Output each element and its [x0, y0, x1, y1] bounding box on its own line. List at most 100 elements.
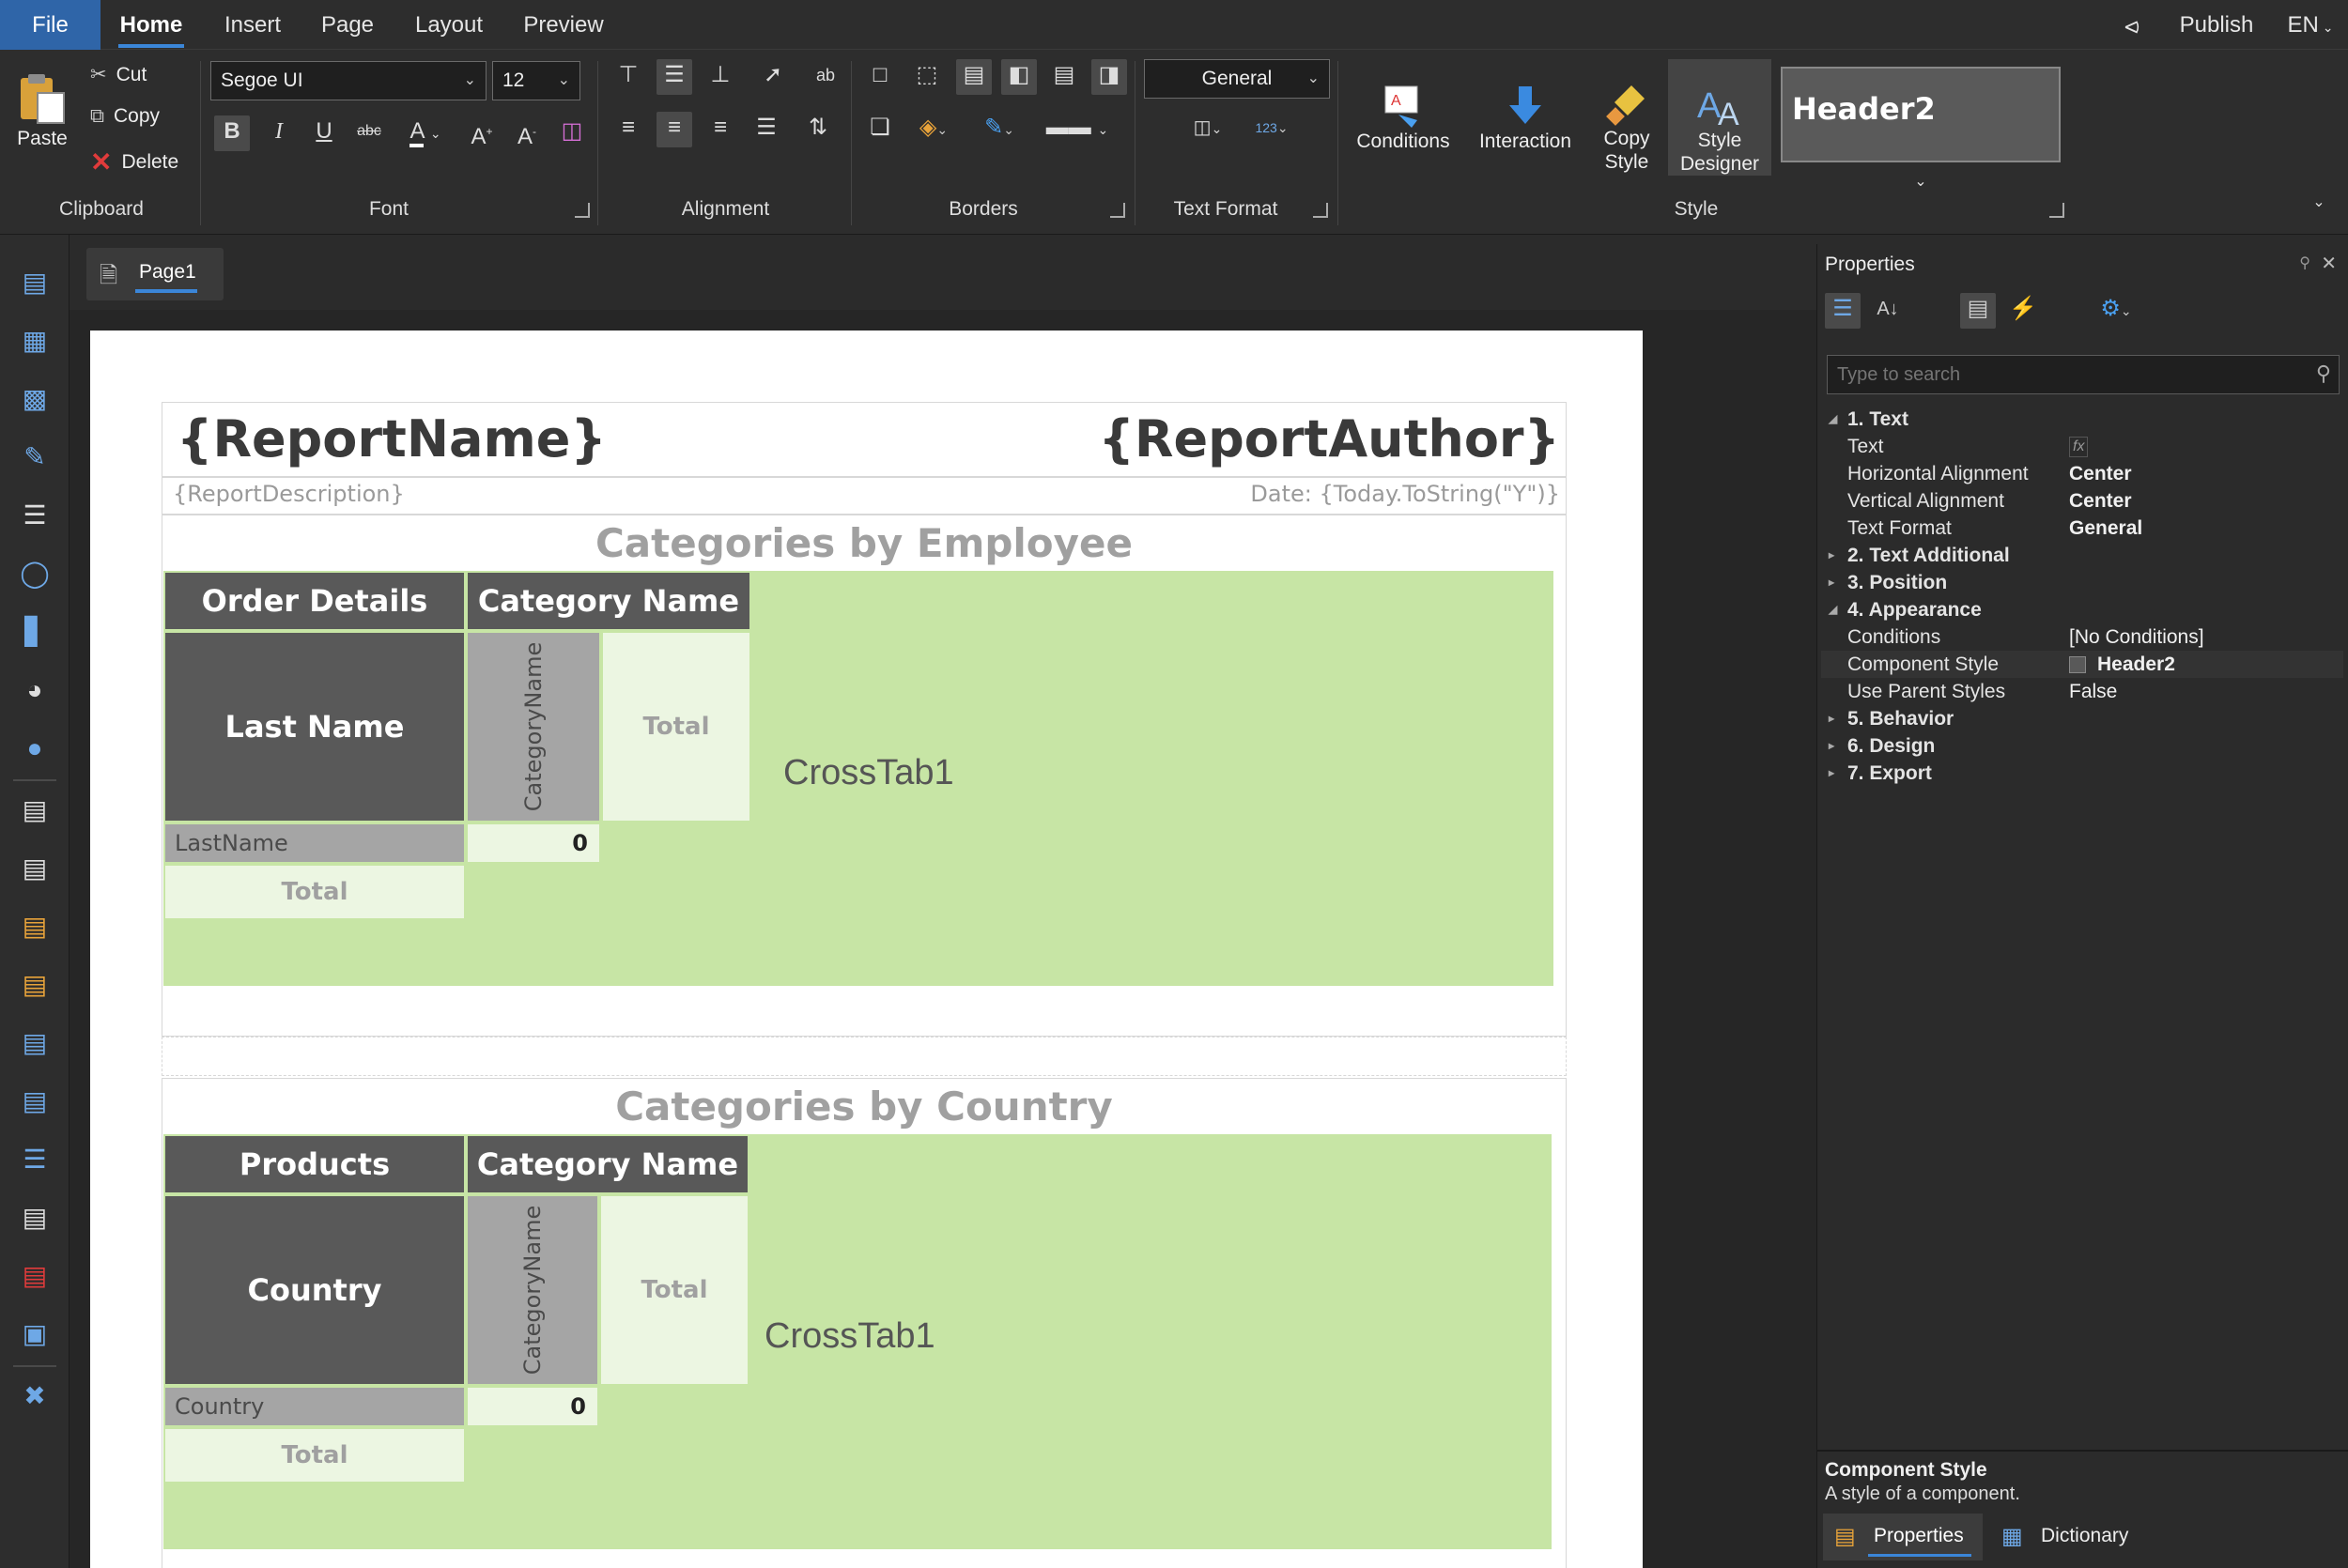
tab-dictionary[interactable]: ▦ Dictionary — [1990, 1514, 2150, 1560]
property-row-conditions[interactable]: Conditions [No Conditions] — [1821, 623, 2343, 651]
crosstab-column-field-cell[interactable]: CategoryName — [468, 633, 599, 821]
align-justify-icon[interactable]: ☰ — [749, 112, 784, 147]
borders-dialog-launcher-icon[interactable] — [1110, 203, 1125, 218]
page-tab-page1[interactable]: 🗎 Page1 — [86, 248, 224, 300]
tab-page[interactable]: Page — [310, 0, 385, 50]
footer-band-icon[interactable]: ▤ — [15, 1082, 54, 1121]
pin-icon[interactable]: ⚲ — [2299, 254, 2310, 272]
border-bottom-icon[interactable]: ▤ — [1046, 59, 1082, 95]
events-lightning-icon[interactable]: ⚡ — [2005, 293, 2041, 329]
crosstab-column-header-cell[interactable]: Category Name — [468, 573, 749, 629]
align-right-icon[interactable]: ≡ — [703, 112, 738, 147]
section2-title[interactable]: Categories by Country — [162, 1084, 1567, 1130]
italic-button[interactable]: I — [261, 115, 297, 151]
style-designer-button[interactable]: AA Style Designer — [1668, 59, 1771, 176]
text-format-combo[interactable]: General ⌄ — [1144, 59, 1330, 99]
report-page[interactable]: {ReportName} {ReportAuthor} {ReportDescr… — [90, 331, 1643, 1568]
border-all-icon[interactable]: □ — [862, 59, 898, 95]
property-value[interactable]: [No Conditions] — [2069, 623, 2204, 651]
property-row-horizontal-alignment[interactable]: Horizontal Alignment Center — [1821, 460, 2343, 487]
categorized-view-icon[interactable]: ☰ — [1825, 293, 1861, 329]
page-header-icon[interactable]: ▤ — [15, 791, 54, 830]
crosstab-title-cell[interactable]: Products — [165, 1136, 464, 1192]
copy-style-button[interactable]: Copy Style — [1591, 59, 1662, 174]
property-category-design[interactable]: ▸ 6. Design — [1821, 732, 2343, 760]
style-gallery-expand-icon[interactable]: ⌄ — [1903, 166, 1939, 202]
map-globe-icon[interactable]: ● — [15, 729, 54, 768]
property-value[interactable]: Header2 — [2097, 651, 2175, 678]
bold-button[interactable]: B — [214, 115, 250, 151]
align-center-icon[interactable]: ≡ — [657, 112, 692, 147]
report-title-icon[interactable]: ▤ — [15, 907, 54, 946]
crosstab-row-field-cell[interactable]: LastName — [165, 824, 464, 862]
property-category-position[interactable]: ▸ 3. Position — [1821, 569, 2343, 596]
report-description-text[interactable]: {ReportDescription} — [173, 481, 405, 507]
font-dialog-launcher-icon[interactable] — [575, 203, 590, 218]
section1-title[interactable]: Categories by Employee — [162, 520, 1567, 566]
interaction-button[interactable]: Interaction — [1467, 59, 1583, 153]
border-none-icon[interactable]: ⬚ — [909, 59, 945, 95]
border-top-icon[interactable]: ▤ — [956, 59, 992, 95]
align-left-icon[interactable]: ≡ — [610, 112, 646, 147]
band-icon[interactable]: ▤ — [15, 263, 54, 302]
crosstab-title-cell[interactable]: Order Details — [165, 573, 464, 629]
report-date-text[interactable]: Date: {Today.ToString("Y")} — [1250, 481, 1560, 507]
crosstab-column-total-cell[interactable]: Total — [601, 1196, 748, 1384]
property-search-input[interactable] — [1828, 356, 2297, 393]
font-family-combo[interactable]: Segoe UI ⌄ — [210, 61, 487, 100]
separator-band[interactable] — [162, 1037, 1567, 1076]
cut-button[interactable]: ✂ Cut — [90, 63, 147, 86]
property-value[interactable]: Center — [2069, 487, 2132, 515]
word-wrap-icon[interactable]: ab — [808, 59, 843, 95]
copy-button[interactable]: ⧉ Copy — [90, 105, 160, 128]
tab-home[interactable]: Home — [108, 0, 194, 50]
font-size-combo[interactable]: 12 ⌄ — [492, 61, 580, 100]
settings-gear-icon[interactable]: ⚙⌄ — [2090, 293, 2142, 329]
tab-properties[interactable]: ▤ Properties — [1823, 1514, 1983, 1560]
underline-button[interactable]: U — [306, 115, 342, 151]
image-icon[interactable]: ▣ — [15, 1314, 54, 1354]
property-row-vertical-alignment[interactable]: Vertical Alignment Center — [1821, 487, 2343, 515]
page-footer-icon[interactable]: ▤ — [15, 849, 54, 888]
property-category-text-additional[interactable]: ▸ 2. Text Additional — [1821, 542, 2343, 569]
close-icon[interactable]: ✕ — [2321, 252, 2337, 275]
border-right-icon[interactable]: ◨ — [1091, 59, 1127, 95]
delete-button[interactable]: ✕ Delete — [90, 146, 178, 177]
gauge-icon[interactable]: ◕ — [15, 670, 54, 710]
search-icon[interactable]: ⚲ — [2316, 361, 2331, 386]
header-band-icon[interactable]: ▤ — [15, 1023, 54, 1063]
barcode-icon[interactable]: ☰ — [15, 496, 54, 535]
font-color-button[interactable]: A ⌄ — [398, 115, 453, 151]
file-menu[interactable]: File — [0, 0, 100, 50]
property-value[interactable]: False — [2069, 678, 2117, 705]
crosstab-value-cell[interactable]: 0 — [468, 824, 599, 862]
property-value[interactable]: Center — [2069, 460, 2132, 487]
shapes-icon[interactable]: ◯ — [15, 554, 54, 593]
format-currency-icon[interactable]: ◫⌄ — [1182, 112, 1234, 147]
crosstab-row-header-cell[interactable]: Country — [165, 1196, 464, 1384]
grow-font-button[interactable]: A+ — [464, 115, 500, 151]
clear-format-eraser-icon[interactable]: ◫ — [554, 115, 590, 151]
publish-button[interactable]: Publish — [2170, 0, 2263, 50]
language-selector[interactable]: EN ⌄ — [2282, 0, 2339, 50]
signature-icon[interactable]: ✎ — [15, 438, 54, 477]
design-canvas[interactable]: {ReportName} {ReportAuthor} {ReportDescr… — [70, 310, 1816, 1568]
property-category-export[interactable]: ▸ 7. Export — [1821, 760, 2343, 787]
border-left-icon[interactable]: ◧ — [1001, 59, 1037, 95]
align-middle-icon[interactable]: ☰ — [657, 59, 692, 95]
shrink-font-button[interactable]: A- — [509, 115, 545, 151]
rich-text-icon[interactable]: ▤ — [15, 1256, 54, 1296]
report-name-text[interactable]: {ReportName} — [177, 409, 607, 469]
crosstab-column-header-cell[interactable]: Category Name — [468, 1136, 748, 1192]
style-preview-header2[interactable]: Header2 — [1781, 67, 2061, 162]
style-dialog-launcher-icon[interactable] — [2049, 203, 2064, 218]
crosstab-value-cell[interactable]: 0 — [468, 1388, 597, 1425]
property-row-component-style[interactable]: Component Style Header2 — [1821, 651, 2343, 678]
property-row-use-parent-styles[interactable]: Use Parent Styles False — [1821, 678, 2343, 705]
data-band-icon[interactable]: ☰ — [15, 1140, 54, 1179]
crosstab-column-field-cell[interactable]: CategoryName — [468, 1196, 597, 1384]
expression-fx-icon[interactable]: fx — [2069, 437, 2089, 457]
tab-layout[interactable]: Layout — [402, 0, 496, 50]
property-search-box[interactable]: ⚲ — [1827, 355, 2340, 394]
chart-icon[interactable]: ▋ — [15, 612, 54, 652]
